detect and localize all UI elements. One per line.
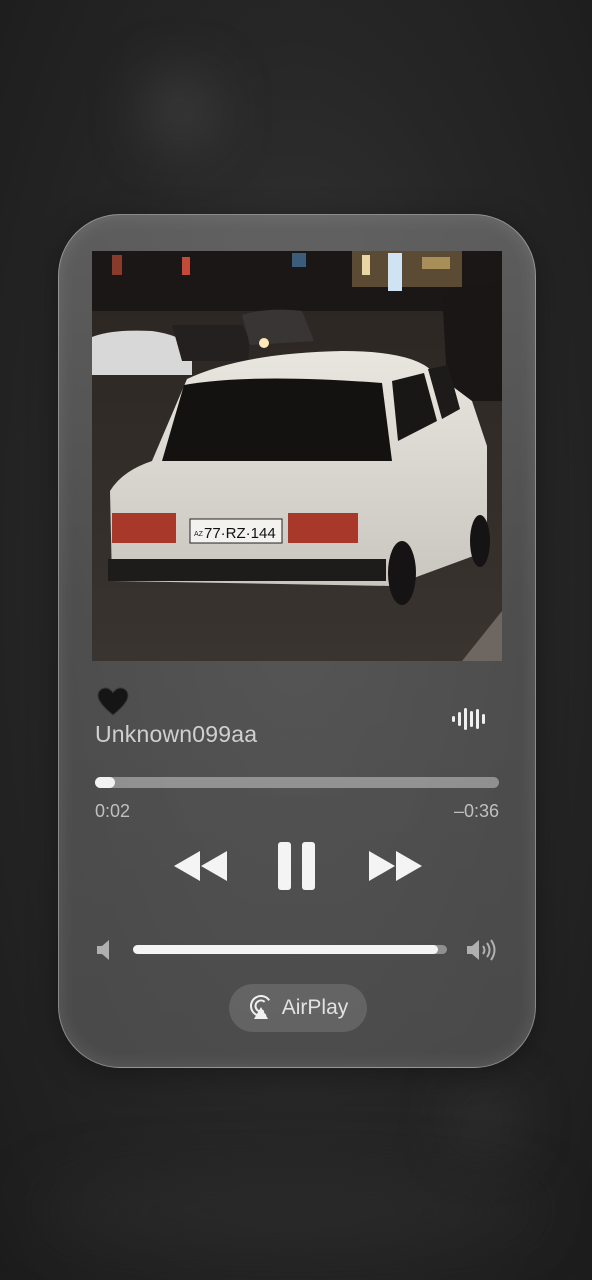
pause-button[interactable]	[277, 841, 317, 891]
speaker-high-icon	[467, 939, 496, 961]
waveform-icon	[452, 708, 485, 730]
progress-fill	[95, 777, 116, 788]
now-playing-card: AZ 77·RZ·144 Unknown099aa 0:02 –0:36 Air…	[58, 214, 536, 1068]
rewind-icon	[174, 851, 227, 881]
track-title: Unknown099aa	[95, 721, 258, 747]
airplay-button[interactable]: AirPlay	[229, 984, 367, 1032]
elapsed-time: 0:02	[95, 801, 131, 821]
plate-country: AZ	[194, 531, 204, 538]
background-blur	[40, 1180, 540, 1240]
fast-forward-icon	[369, 851, 422, 881]
artwork-image: AZ 77·RZ·144	[92, 251, 502, 661]
rewind-button[interactable]	[173, 849, 229, 883]
airplay-icon	[249, 995, 272, 1019]
remaining-time: –0:36	[453, 801, 499, 821]
background-blur	[460, 1095, 510, 1145]
speaker-low-icon	[97, 940, 109, 960]
album-artwork: AZ 77·RZ·144	[92, 251, 502, 661]
background-blur	[150, 80, 210, 140]
pause-icon	[278, 842, 315, 890]
volume-fill	[133, 945, 438, 954]
black-heart-icon[interactable]	[97, 687, 129, 717]
fast-forward-button[interactable]	[367, 849, 423, 883]
progress-scrubber[interactable]	[95, 777, 499, 788]
plate-number: 77·RZ·144	[204, 525, 276, 542]
airplay-label: AirPlay	[281, 996, 349, 1019]
volume-slider[interactable]	[133, 945, 447, 954]
